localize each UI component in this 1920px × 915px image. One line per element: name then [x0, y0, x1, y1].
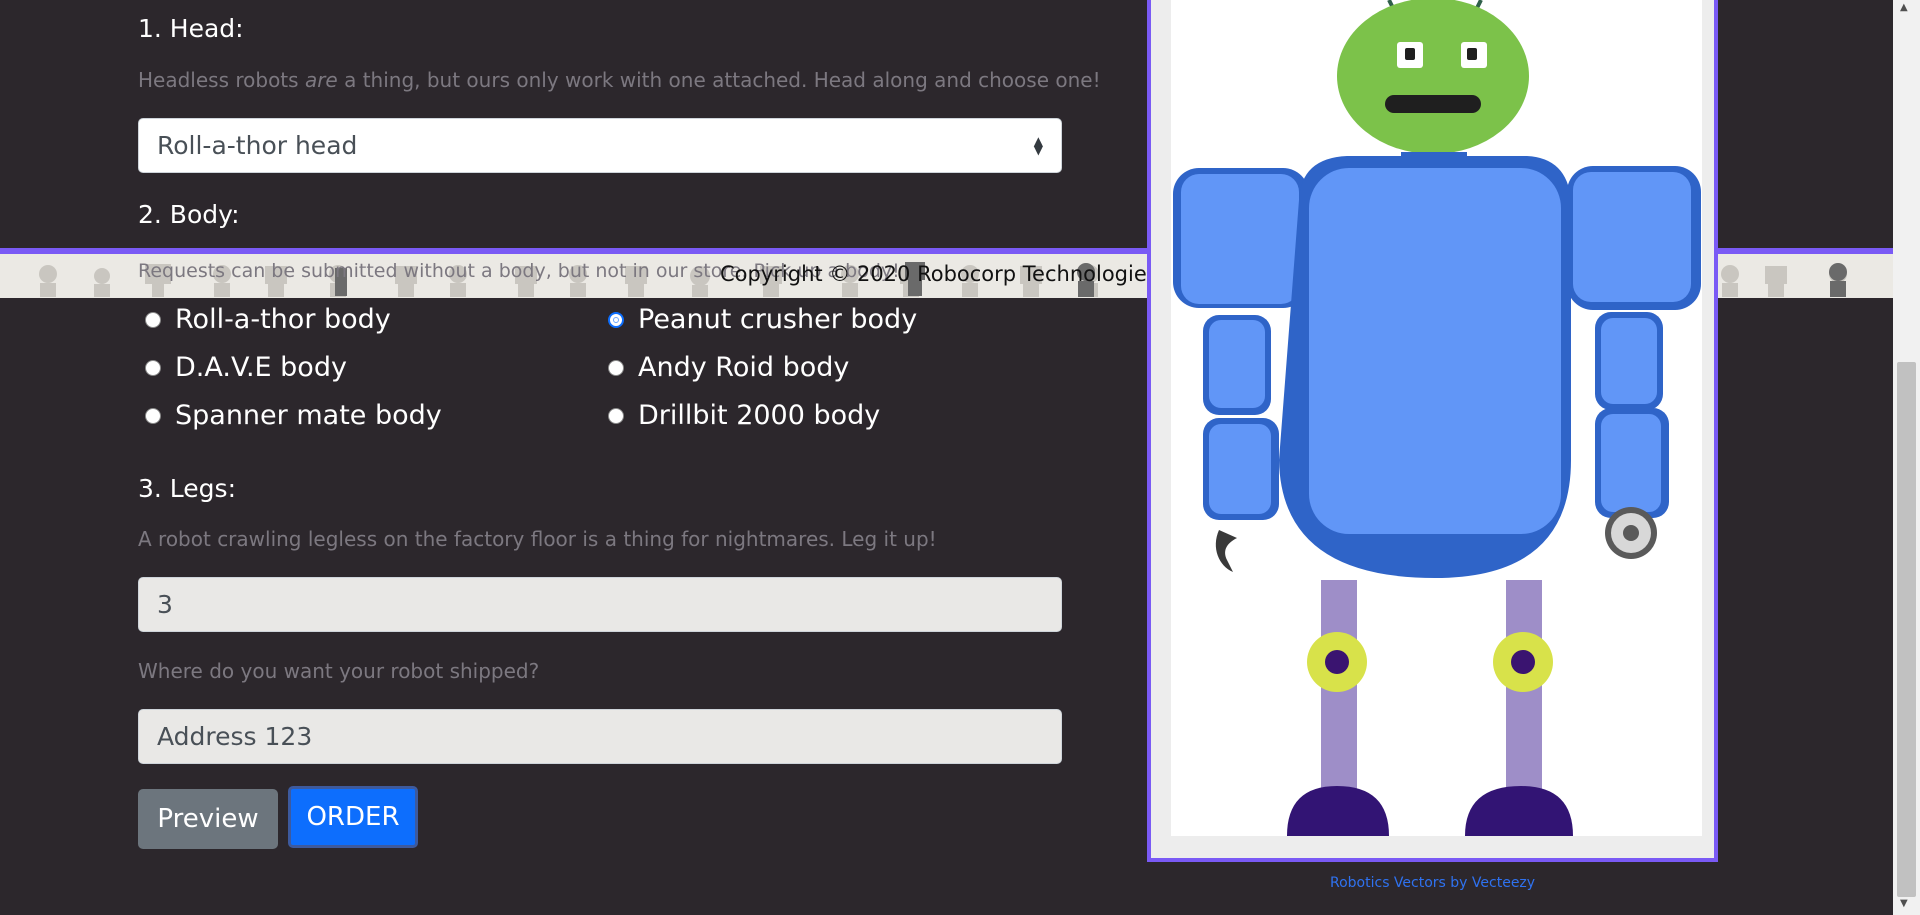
radio-button[interactable] — [608, 359, 624, 376]
vecteezy-credit-link[interactable]: Robotics Vectors by Vecteezy — [1330, 875, 1535, 891]
copyright-text: Copyright © 2020 Robocorp Technologies, … — [720, 262, 1178, 286]
body-option-spanner-mate[interactable]: Spanner mate body — [145, 400, 442, 431]
address-help: Where do you want your robot shipped? — [138, 659, 540, 683]
body-option-label: Spanner mate body — [175, 400, 442, 431]
head-title: 1. Head: — [138, 14, 244, 43]
robot-illustration — [1173, 0, 1701, 836]
preview-button[interactable]: Preview — [138, 789, 278, 849]
radio-button[interactable] — [145, 407, 161, 424]
body-option-drillbit-2000[interactable]: Drillbit 2000 body — [608, 400, 880, 431]
select-caret-icon: ▲ ▼ — [1033, 133, 1043, 157]
scroll-down-icon[interactable]: ▼ — [1900, 898, 1908, 909]
radio-button[interactable] — [145, 311, 161, 328]
head-select[interactable]: Roll-a-thor head ▲ ▼ — [138, 118, 1062, 173]
body-option-label: Peanut crusher body — [638, 304, 918, 335]
robot-preview-image — [1171, 0, 1702, 836]
body-option-label: Roll-a-thor body — [175, 304, 391, 335]
legs-input[interactable]: 3 — [138, 577, 1062, 632]
legs-title: 3. Legs: — [138, 474, 236, 503]
scroll-up-icon[interactable]: ▲ — [1900, 2, 1908, 13]
legs-help: A robot crawling legless on the factory … — [138, 527, 937, 551]
head-help: Headless robots are a thing, but ours on… — [138, 68, 1101, 92]
body-option-andy-roid[interactable]: Andy Roid body — [608, 352, 849, 383]
order-button[interactable]: ORDER — [288, 786, 418, 848]
head-select-value: Roll-a-thor head — [157, 131, 358, 160]
radio-button[interactable] — [608, 407, 624, 424]
body-option-label: Drillbit 2000 body — [638, 400, 881, 431]
body-title: 2. Body: — [138, 200, 240, 229]
body-option-label: Andy Roid body — [638, 352, 850, 383]
scrollbar-thumb[interactable] — [1897, 362, 1916, 897]
body-option-peanut-crusher[interactable]: Peanut crusher body — [608, 304, 917, 335]
body-option-label: D.A.V.E body — [175, 352, 347, 383]
body-option-dave[interactable]: D.A.V.E body — [145, 352, 347, 383]
address-input[interactable]: Address 123 — [138, 709, 1062, 764]
legs-input-value: 3 — [157, 590, 173, 619]
robot-preview-frame — [1147, 0, 1718, 862]
body-option-roll-a-thor[interactable]: Roll-a-thor body — [145, 304, 391, 335]
address-input-value: Address 123 — [157, 722, 313, 751]
radio-button[interactable] — [145, 359, 161, 376]
radio-button-checked[interactable] — [608, 311, 624, 328]
